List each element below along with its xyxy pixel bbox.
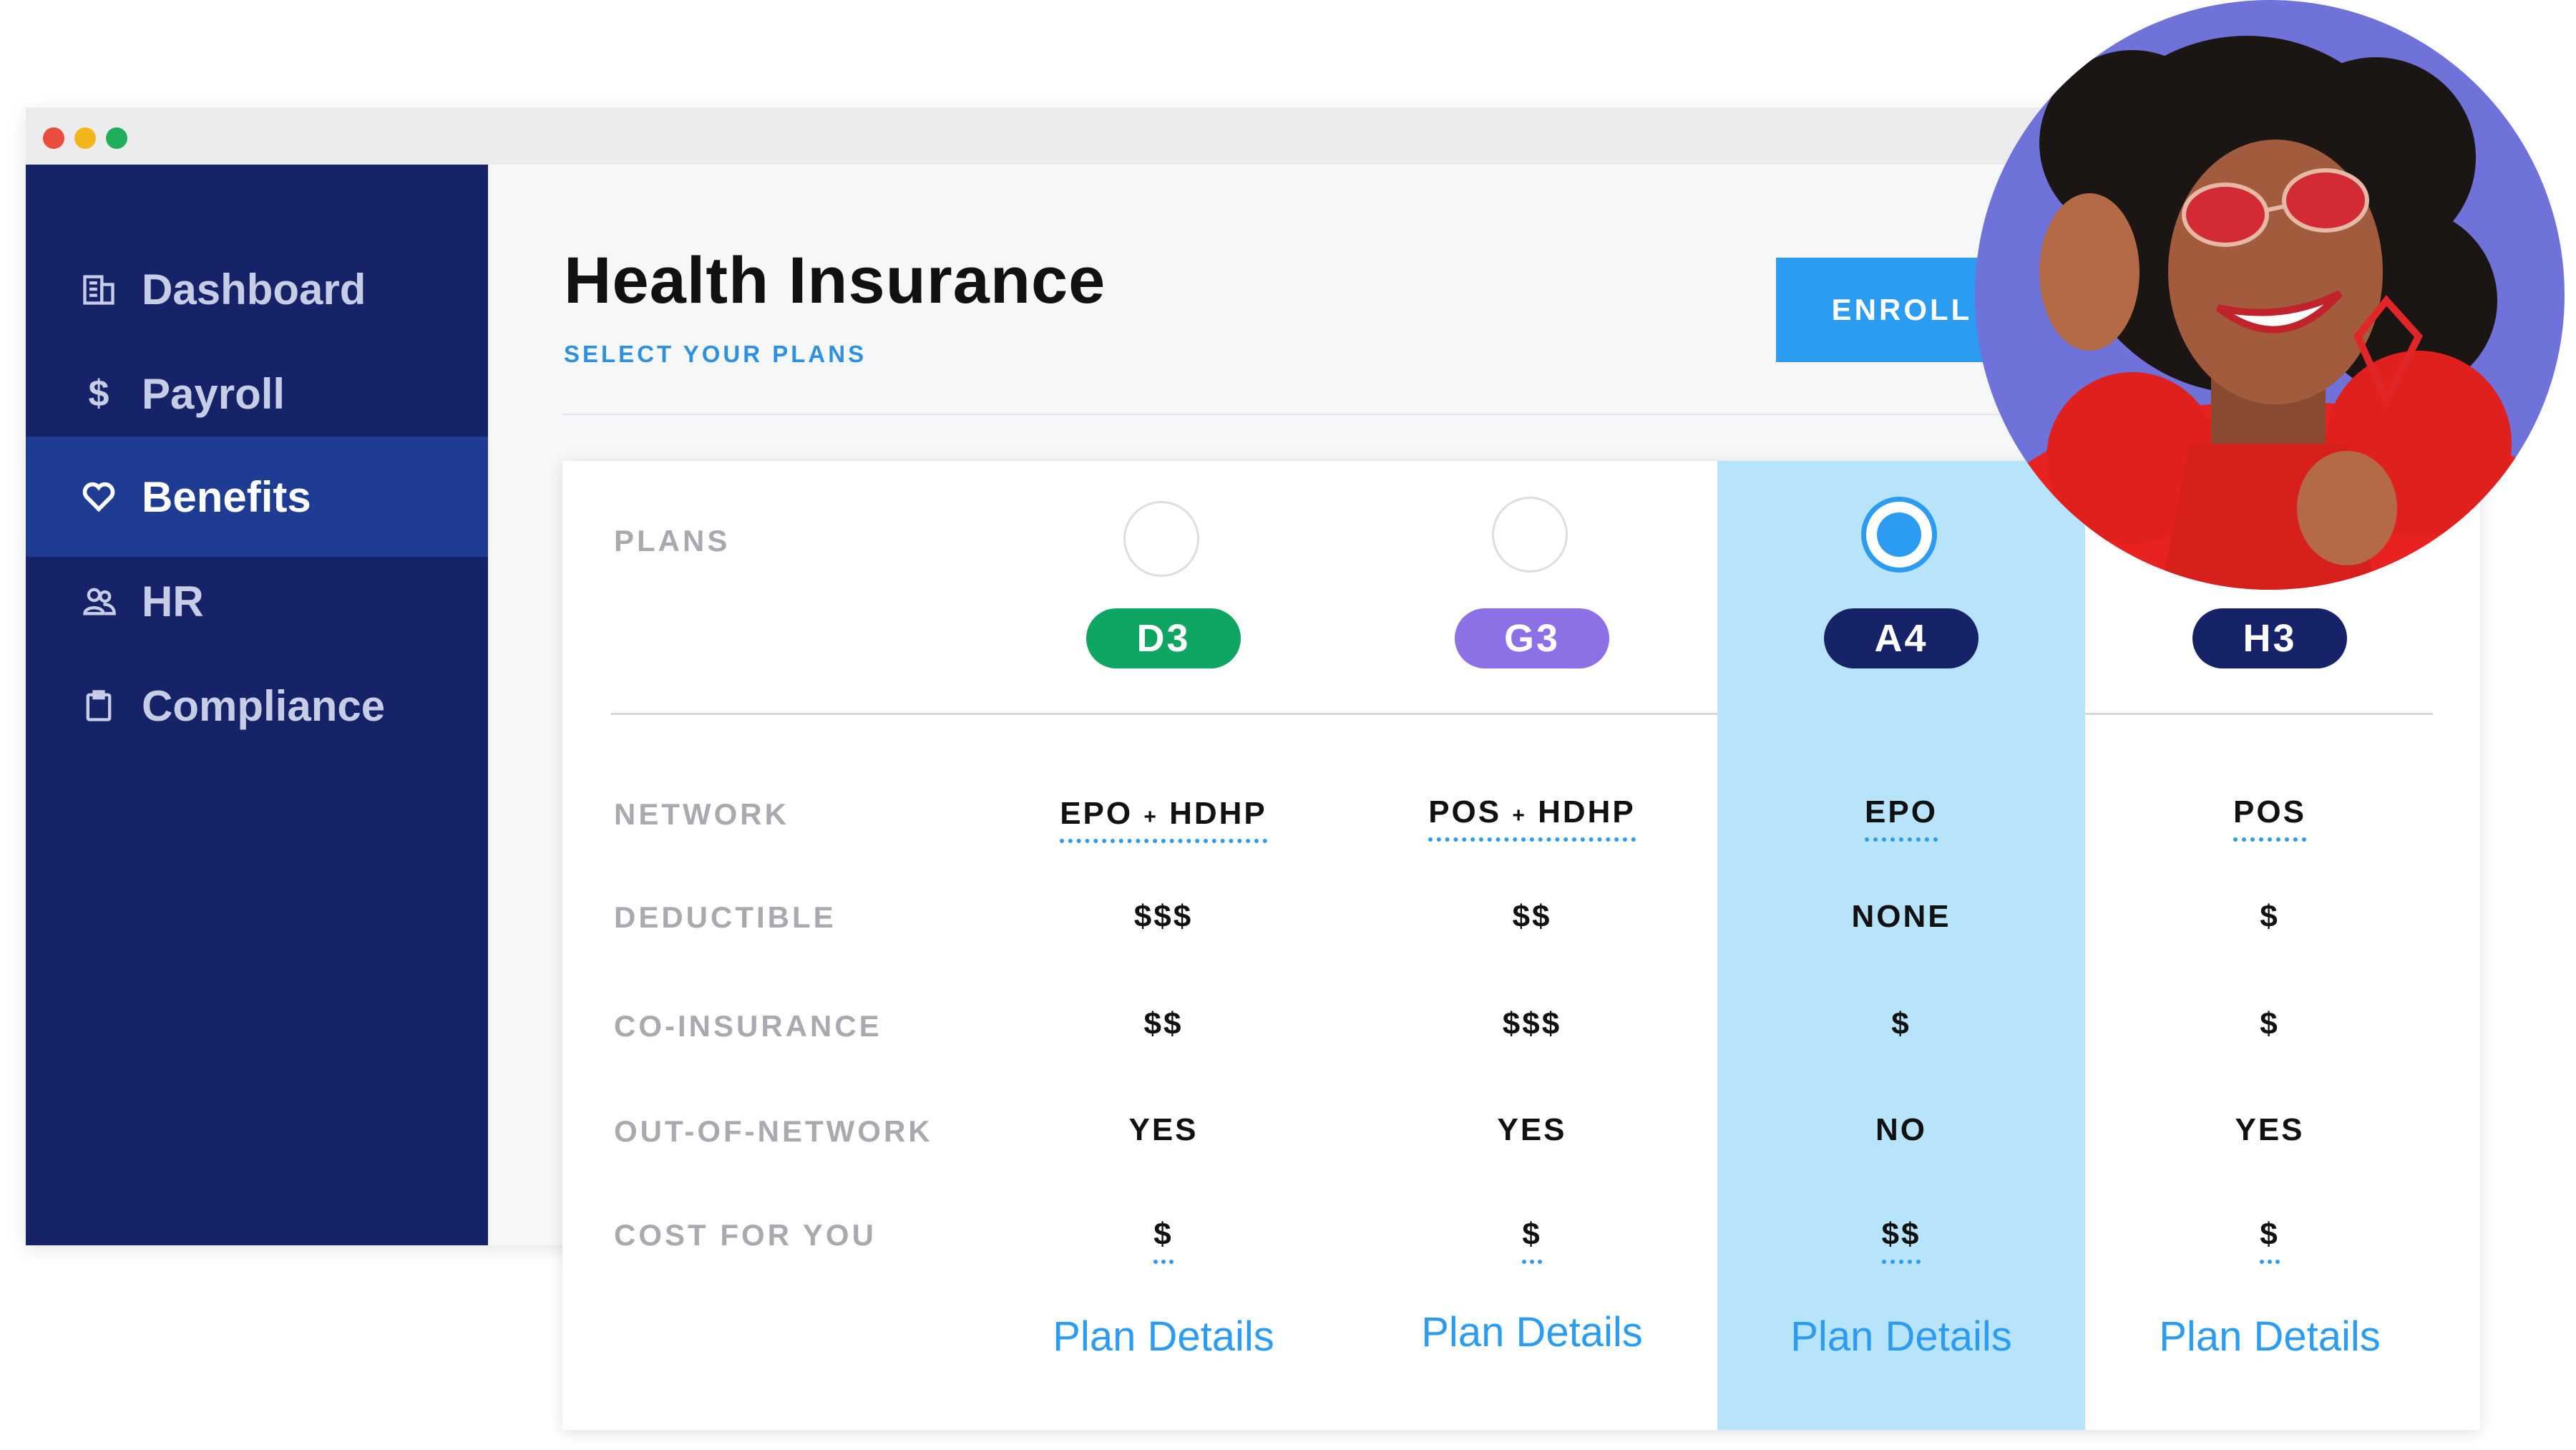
sidebar-item-payroll[interactable]: $ Payroll — [26, 334, 488, 454]
plan-badge-d3: D3 — [1086, 608, 1241, 668]
maximize-window-button[interactable] — [106, 127, 127, 149]
coinsurance-h3: $ — [2260, 1006, 2280, 1041]
deductible-d3: $$$ — [1133, 899, 1194, 934]
sidebar-item-label: HR — [142, 577, 204, 626]
person-photo — [1975, 0, 2565, 590]
coinsurance-a4: $ — [1891, 1006, 1911, 1041]
plan-details-link-h3[interactable]: Plan Details — [2119, 1313, 2420, 1361]
deductible-a4: NONE — [1851, 899, 1951, 934]
sidebar-item-hr[interactable]: HR — [26, 541, 488, 661]
plan-badge-h3: H3 — [2192, 608, 2347, 668]
row-label-plans: PLANS — [614, 524, 731, 558]
cost-d3: $ — [1028, 1217, 1299, 1264]
row-label-cost: COST FOR YOU — [614, 1218, 877, 1252]
sidebar: Dashboard $ Payroll Benefits HR Complian… — [26, 165, 488, 1245]
close-window-button[interactable] — [43, 127, 64, 149]
plan-a4-radio[interactable] — [1861, 497, 1937, 573]
deductible-h3: $ — [2260, 899, 2280, 934]
sidebar-item-label: Compliance — [142, 681, 386, 730]
out-of-network-d3: YES — [1128, 1112, 1199, 1147]
row-label-deductible: DEDUCTIBLE — [614, 900, 836, 934]
plans-comparison-card: PLANS NETWORK DEDUCTIBLE CO-INSURANCE OU… — [562, 461, 2480, 1430]
sidebar-item-label: Dashboard — [142, 265, 366, 313]
plan-details-link-g3[interactable]: Plan Details — [1382, 1308, 1682, 1356]
cost-h3: $ — [2134, 1217, 2406, 1264]
plan-g3-radio[interactable] — [1492, 497, 1568, 573]
plan-details-link-d3[interactable]: Plan Details — [1013, 1313, 1314, 1361]
window-titlebar — [26, 107, 2244, 165]
row-label-network: NETWORK — [614, 797, 789, 831]
header-divider — [562, 414, 2208, 415]
plan-badge-a4: A4 — [1824, 608, 1979, 668]
out-of-network-h3: YES — [2235, 1112, 2305, 1147]
row-label-coinsurance: CO-INSURANCE — [614, 1009, 882, 1043]
network-d3: EPO + HDHP — [1028, 796, 1299, 843]
plans-divider — [611, 713, 1717, 715]
network-a4: EPO — [1765, 794, 2037, 842]
out-of-network-g3: YES — [1497, 1112, 1567, 1147]
plan-details-link-a4[interactable]: Plan Details — [1751, 1313, 2051, 1361]
page-subtitle: SELECT YOUR PLANS — [564, 341, 867, 367]
minimize-window-button[interactable] — [74, 127, 96, 149]
row-label-out-of-network: OUT-OF-NETWORK — [614, 1114, 933, 1148]
heart-icon — [77, 475, 120, 518]
coinsurance-d3: $$ — [1143, 1006, 1184, 1041]
deductible-g3: $$ — [1512, 899, 1552, 934]
coinsurance-g3: $$$ — [1502, 1006, 1562, 1041]
sidebar-item-label: Payroll — [142, 369, 286, 418]
network-g3: POS + HDHP — [1396, 794, 1668, 842]
page-title: Health Insurance — [564, 244, 1106, 317]
sidebar-item-dashboard[interactable]: Dashboard — [26, 229, 488, 349]
out-of-network-a4: NO — [1875, 1112, 1927, 1147]
cost-a4: $$ — [1765, 1217, 2037, 1264]
clipboard-icon — [77, 684, 120, 727]
network-h3: POS — [2134, 794, 2406, 842]
plan-badge-g3: G3 — [1455, 608, 1609, 668]
sidebar-item-benefits[interactable]: Benefits — [26, 437, 488, 557]
plan-d3-radio[interactable] — [1123, 501, 1199, 577]
plans-divider — [2085, 713, 2433, 715]
sidebar-item-label: Benefits — [142, 472, 311, 521]
building-icon — [77, 268, 120, 311]
cost-g3: $ — [1396, 1217, 1668, 1264]
sidebar-item-compliance[interactable]: Compliance — [26, 646, 488, 766]
dollar-icon: $ — [88, 373, 109, 414]
selected-plan-column — [1717, 461, 2085, 1430]
people-icon — [77, 580, 120, 623]
